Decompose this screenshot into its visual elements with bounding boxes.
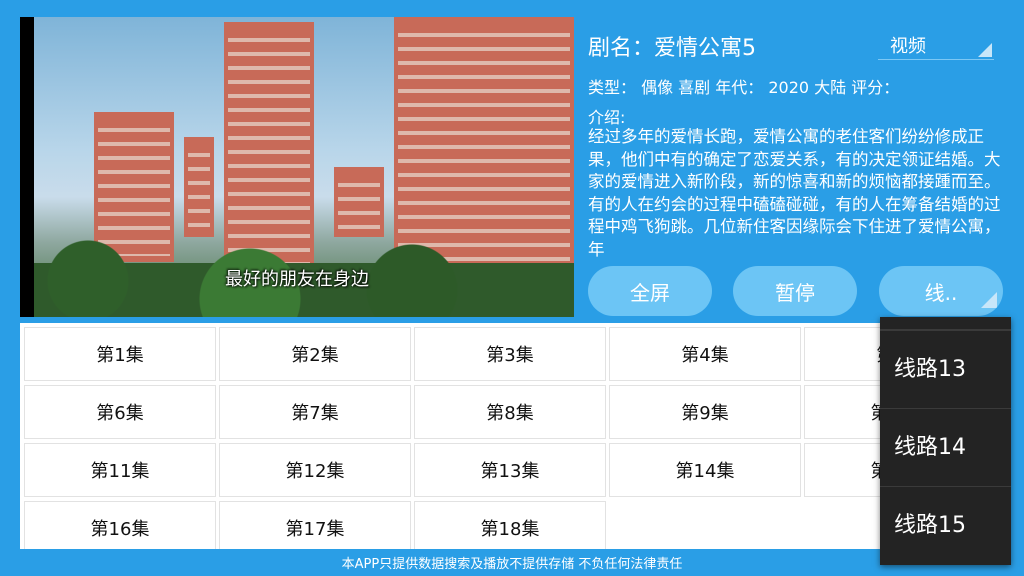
episode-button[interactable]: 第6集 — [24, 385, 216, 439]
drama-title-row: 剧名：爱情公寓5 — [588, 30, 756, 62]
drama-meta: 类型： 偶像 喜剧 年代： 2020 大陆 评分： — [588, 78, 900, 97]
video-player[interactable]: 最好的朋友在身边 — [20, 17, 574, 317]
category-label: 视频 — [890, 36, 926, 57]
episode-button[interactable]: 第9集 — [609, 385, 801, 439]
episode-button[interactable]: 第4集 — [609, 327, 801, 381]
drama-title: 剧名：爱情公寓5 — [588, 36, 756, 61]
episode-button[interactable]: 第17集 — [219, 501, 411, 549]
intro-text: 经过多年的爱情长跑，爱情公寓的老住客们纷纷修成正果，他们中有的确定了恋爱关系，有… — [588, 127, 1001, 259]
line-select-button[interactable]: 线.. — [879, 266, 1003, 316]
line-select-label: 线.. — [924, 281, 958, 305]
episode-button[interactable]: 第11集 — [24, 443, 216, 497]
line-dropdown-menu: 线路13 线路14 线路15 — [880, 317, 1011, 565]
episode-grid: 第1集 第2集 第3集 第4集 第5集 第6集 第7集 第8集 第9集 第10集… — [24, 327, 996, 549]
episode-button[interactable]: 第13集 — [414, 443, 606, 497]
disclaimer-footer: 本APP只提供数据搜索及播放不提供存储 不负任何法律责任 — [341, 557, 683, 572]
episode-button[interactable]: 第18集 — [414, 501, 606, 549]
menu-item-line-13[interactable]: 线路13 — [880, 330, 1011, 408]
dropdown-triangle-icon — [978, 43, 992, 57]
video-subtitle: 最好的朋友在身边 — [225, 269, 369, 290]
dropdown-triangle-icon — [981, 292, 997, 308]
pause-button[interactable]: 暂停 — [733, 266, 857, 316]
category-selector[interactable]: 视频 — [878, 32, 994, 60]
episode-button[interactable]: 第14集 — [609, 443, 801, 497]
episode-grid-panel: 第1集 第2集 第3集 第4集 第5集 第6集 第7集 第8集 第9集 第10集… — [20, 323, 1004, 549]
fullscreen-label: 全屏 — [630, 281, 670, 305]
fullscreen-button[interactable]: 全屏 — [588, 266, 712, 316]
pause-label: 暂停 — [775, 281, 815, 305]
episode-button[interactable]: 第16集 — [24, 501, 216, 549]
intro-label: 介绍: — [588, 108, 626, 127]
episode-button[interactable]: 第12集 — [219, 443, 411, 497]
episode-button[interactable]: 第1集 — [24, 327, 216, 381]
episode-button[interactable]: 第7集 — [219, 385, 411, 439]
episode-button[interactable]: 第2集 — [219, 327, 411, 381]
episode-button[interactable]: 第3集 — [414, 327, 606, 381]
episode-button[interactable]: 第8集 — [414, 385, 606, 439]
menu-item-line-14[interactable]: 线路14 — [880, 408, 1011, 486]
